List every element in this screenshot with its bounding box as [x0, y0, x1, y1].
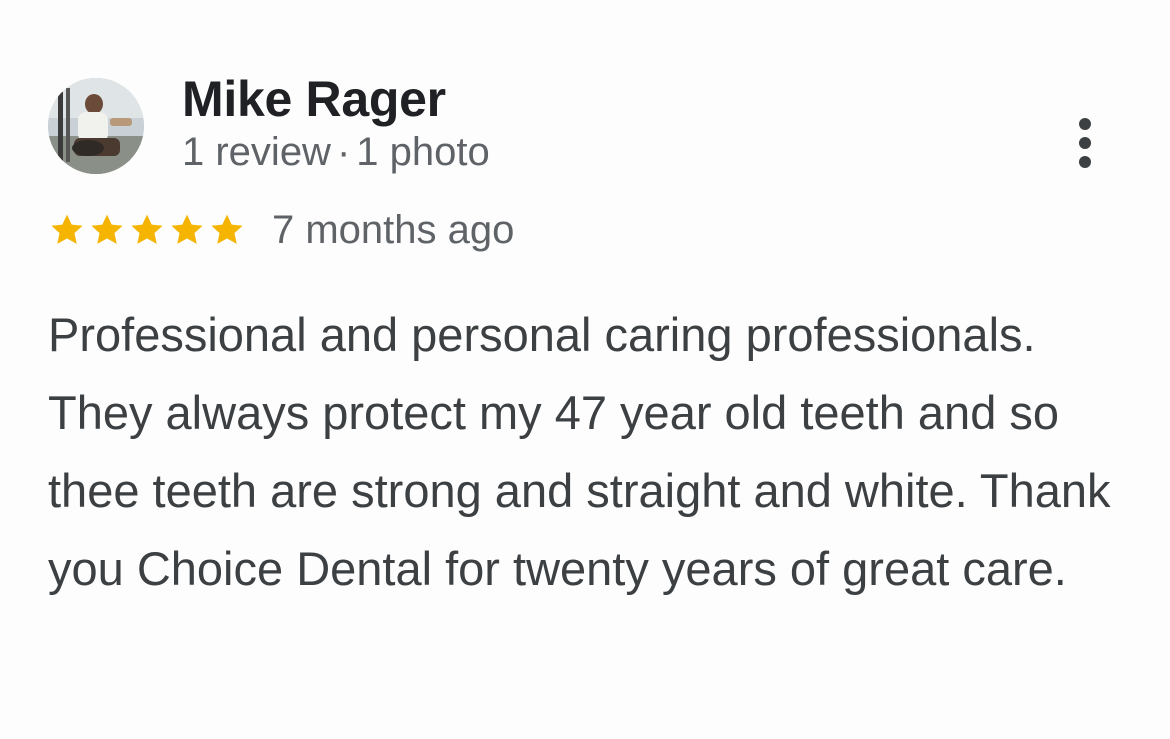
review-card: Mike Rager 1 review · 1 photo 7 months ago…	[0, 0, 1170, 739]
star-rating	[48, 211, 246, 249]
photo-count: 1 photo	[356, 130, 490, 174]
avatar-photo-icon	[48, 78, 144, 174]
star-icon	[131, 214, 163, 244]
review-text: Professional and personal caring profess…	[48, 308, 1111, 595]
menu-dot	[1079, 137, 1091, 149]
star-icon	[51, 214, 83, 244]
rating-row: 7 months ago	[48, 205, 514, 255]
meta-separator: ·	[336, 130, 351, 174]
star-icon	[171, 214, 203, 244]
review-time: 7 months ago	[272, 207, 515, 252]
more-vert-icon[interactable]	[1070, 118, 1100, 170]
menu-dot	[1079, 118, 1091, 130]
star-icon	[91, 214, 123, 244]
star-icon	[211, 214, 243, 244]
reviewer-meta: 1 review · 1 photo	[182, 130, 490, 175]
reviewer-avatar[interactable]	[48, 78, 144, 174]
reviewer-name[interactable]: Mike Rager	[182, 70, 446, 128]
review-count: 1 review	[182, 130, 331, 174]
menu-dot	[1079, 156, 1091, 168]
